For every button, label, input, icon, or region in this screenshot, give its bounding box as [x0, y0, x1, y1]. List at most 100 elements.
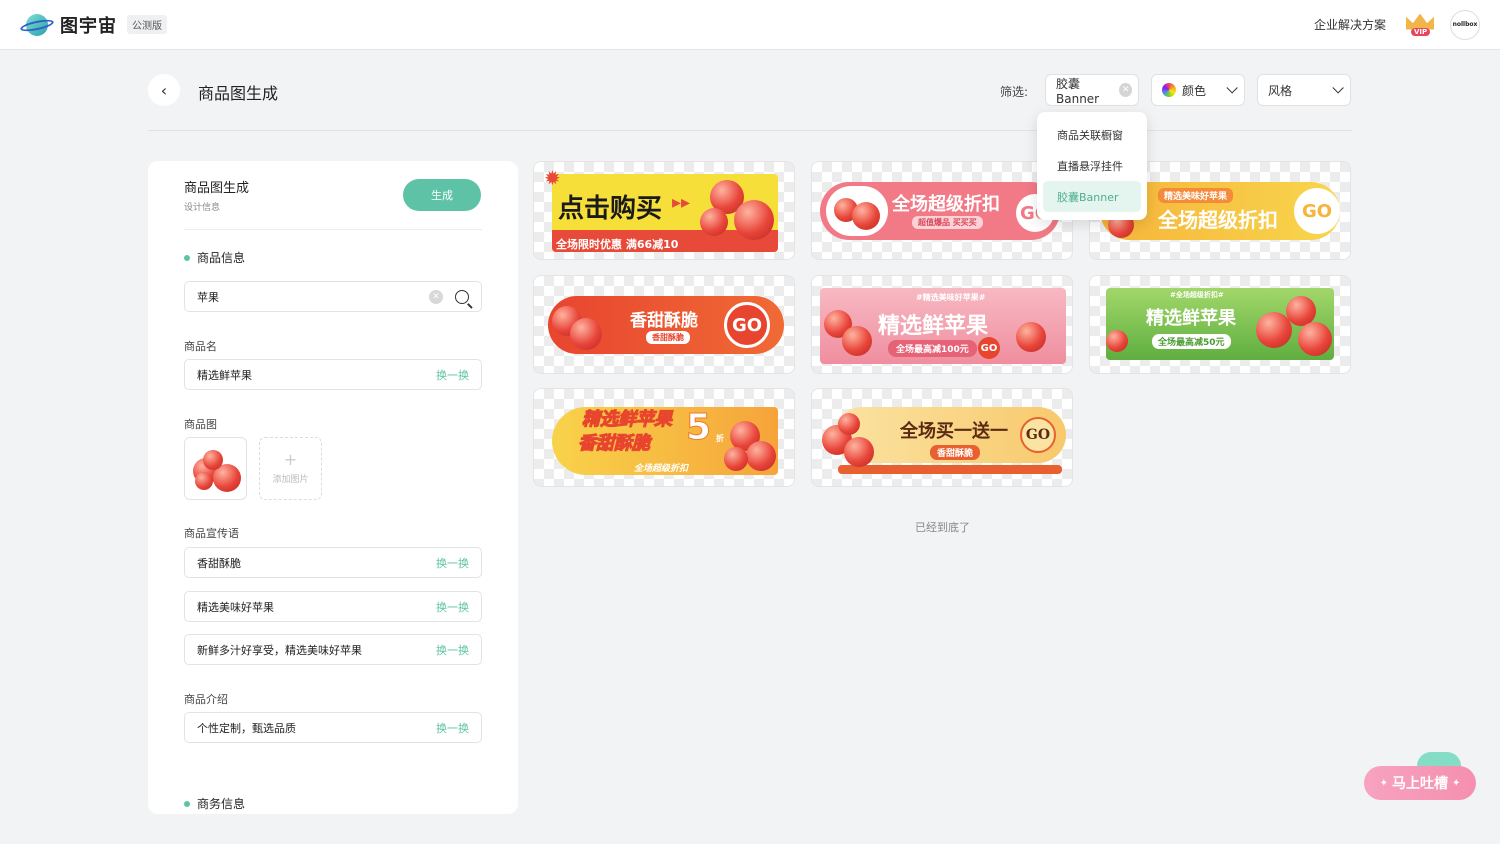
- banner-subtitle: 全场限时优惠 满66减10: [556, 238, 679, 251]
- product-name-field[interactable]: 精选鲜苹果 换一换: [184, 359, 482, 390]
- plus-icon: +: [283, 450, 298, 469]
- banner-title: 精选鲜苹果: [878, 314, 989, 339]
- double-arrow-icon: ▸▸: [672, 192, 691, 213]
- banner-title: 全场超级折扣: [1158, 208, 1278, 232]
- add-image-button[interactable]: + 添加图片: [259, 437, 322, 500]
- search-icon[interactable]: [455, 289, 469, 304]
- banner-subtitle: 香甜酥脆: [646, 331, 690, 344]
- filter-style-select[interactable]: 风格: [1257, 74, 1351, 106]
- vip-crown-icon[interactable]: VIP: [1404, 12, 1436, 38]
- sparkle-icon: ✦: [1379, 777, 1388, 789]
- banner-title: 香甜酥脆: [630, 311, 698, 331]
- banner-tag: #精选美味好苹果#: [916, 293, 986, 302]
- swap-button[interactable]: 换一换: [436, 367, 469, 383]
- section-title: 商务信息: [197, 797, 246, 811]
- banner-yellow: 点击购买 ▸▸ 全场限时优惠 满66减10: [552, 174, 778, 252]
- banner-subtitle: 全场最高减100元: [888, 340, 977, 357]
- banner-title: 点击购买: [558, 194, 663, 224]
- banner-tag: 精选美味好苹果: [1158, 188, 1234, 203]
- design-info-panel: 商品图生成 设计信息 生成 商品信息 苹果 ✕ 商品名 精选鲜苹果 换一换 商品…: [148, 161, 518, 814]
- enterprise-solutions-link[interactable]: 企业解决方案: [1314, 16, 1386, 33]
- banner-title: 全场超级折扣: [892, 194, 1000, 215]
- starburst-icon: ✹: [544, 166, 561, 190]
- search-value: 苹果: [197, 290, 219, 304]
- dropdown-item-live-widget[interactable]: 直播悬浮挂件: [1043, 150, 1141, 181]
- banner-card[interactable]: #全场超级折扣# 精选鲜苹果 全场最高减50元: [1089, 275, 1351, 374]
- user-avatar[interactable]: nollbox: [1450, 9, 1480, 40]
- slogan-value: 新鲜多汁好享受，精选美味好苹果: [197, 643, 362, 657]
- intro-field[interactable]: 个性定制，甄选品质 换一换: [184, 712, 482, 743]
- chevron-down-icon: [1332, 82, 1344, 94]
- banner-red: 香甜酥脆 香甜酥脆 GO: [548, 296, 784, 354]
- product-image-thumbnail[interactable]: [184, 437, 247, 500]
- generate-button[interactable]: 生成: [403, 179, 481, 211]
- filter-color-label: 颜色: [1182, 83, 1207, 98]
- section-title: 商品信息: [197, 251, 246, 265]
- product-image-label: 商品图: [184, 418, 217, 431]
- slogan-field[interactable]: 精选美味好苹果 换一换: [184, 591, 482, 622]
- feedback-label: 马上吐槽: [1392, 776, 1448, 792]
- banner-tag: #全场超级折扣#: [1170, 291, 1224, 299]
- beta-badge: 公测版: [127, 15, 167, 34]
- banner-card[interactable]: 精选鲜苹果 香甜酥脆 5 折 全场超级折扣: [533, 388, 795, 487]
- slogan-value: 精选美味好苹果: [197, 600, 274, 614]
- banner-base: [838, 465, 1062, 474]
- filter-type-select[interactable]: 胶囊Banner ✕: [1045, 74, 1139, 106]
- filter-style-label: 风格: [1268, 83, 1293, 98]
- slogan-field[interactable]: 香甜酥脆 换一换: [184, 547, 482, 578]
- swap-button[interactable]: 换一换: [436, 555, 469, 571]
- product-name-label: 商品名: [184, 340, 217, 353]
- color-wheel-icon: [1162, 83, 1176, 97]
- swap-button[interactable]: 换一换: [436, 720, 469, 736]
- page-title: 商品图生成: [198, 84, 279, 103]
- product-name-value: 精选鲜苹果: [197, 368, 252, 382]
- banner-title: 全场买一送一: [900, 421, 1008, 442]
- banner-subtitle: 全场最高减50元: [1152, 334, 1231, 349]
- logo[interactable]: 图宇宙 公测版: [19, 12, 167, 38]
- slogan-field[interactable]: 新鲜多汁好享受，精选美味好苹果 换一换: [184, 634, 482, 665]
- go-badge: GO: [1294, 188, 1340, 234]
- banner-yellow: 精选鲜苹果 香甜酥脆 5 折 全场超级折扣: [552, 407, 778, 475]
- section-business-info: 商务信息: [184, 795, 245, 812]
- go-badge: GO: [978, 337, 1000, 359]
- panel-divider: [184, 229, 482, 230]
- product-search-input[interactable]: 苹果 ✕: [184, 281, 482, 312]
- add-image-label: 添加图片: [272, 475, 309, 485]
- header-divider: [148, 130, 1352, 131]
- clear-icon[interactable]: ✕: [429, 289, 443, 304]
- intro-value: 个性定制，甄选品质: [197, 721, 296, 735]
- banner-green: #全场超级折扣# 精选鲜苹果 全场最高减50元: [1106, 288, 1334, 360]
- chevron-left-icon: ‹: [160, 80, 168, 100]
- banner-title-2: 香甜酥脆: [578, 433, 651, 455]
- swap-button[interactable]: 换一换: [436, 642, 469, 658]
- filter-color-select[interactable]: 颜色: [1151, 74, 1245, 106]
- dropdown-item-capsule-banner[interactable]: 胶囊Banner: [1043, 181, 1141, 212]
- panel-subtitle: 设计信息: [184, 203, 221, 213]
- banner-card[interactable]: 全场超级折扣 超值爆品 买买买 GO: [811, 161, 1073, 260]
- banner-card[interactable]: 香甜酥脆 香甜酥脆 GO: [533, 275, 795, 374]
- banner-subtitle: 全场超级折扣: [634, 464, 689, 474]
- bullet-dot: [184, 800, 190, 807]
- dropdown-item-showcase[interactable]: 商品关联橱窗: [1043, 119, 1141, 150]
- clear-icon[interactable]: ✕: [1119, 83, 1132, 97]
- banner-title: 精选鲜苹果: [582, 409, 673, 431]
- swap-button[interactable]: 换一换: [436, 599, 469, 615]
- discount-unit: 折: [716, 434, 724, 443]
- slogan-value: 香甜酥脆: [197, 556, 241, 570]
- banner-card[interactable]: 全场买一送一 香甜酥脆 GO: [811, 388, 1073, 487]
- filter-type-value: 胶囊Banner: [1056, 76, 1100, 106]
- banner-subtitle: 香甜酥脆: [930, 445, 981, 460]
- banner-card[interactable]: #精选美味好苹果# 精选鲜苹果 全场最高减100元 GO: [811, 275, 1073, 374]
- back-button[interactable]: ‹: [148, 74, 180, 106]
- end-of-list-text: 已经到底了: [915, 521, 970, 534]
- feedback-button[interactable]: ✦ 马上吐槽 ✦: [1364, 766, 1476, 800]
- discount-number: 5: [685, 407, 712, 449]
- bullet-dot: [184, 254, 190, 261]
- go-badge: GO: [1020, 417, 1056, 453]
- banner-pink: #精选美味好苹果# 精选鲜苹果 全场最高减100元 GO: [820, 288, 1066, 364]
- banner-card[interactable]: 点击购买 ▸▸ 全场限时优惠 满66减10 ✹: [533, 161, 795, 260]
- banner-pink: 全场超级折扣 超值爆品 买买买 GO: [820, 182, 1060, 240]
- brand-name: 图宇宙: [60, 15, 117, 37]
- go-badge: GO: [724, 302, 770, 348]
- chevron-down-icon: [1226, 82, 1238, 94]
